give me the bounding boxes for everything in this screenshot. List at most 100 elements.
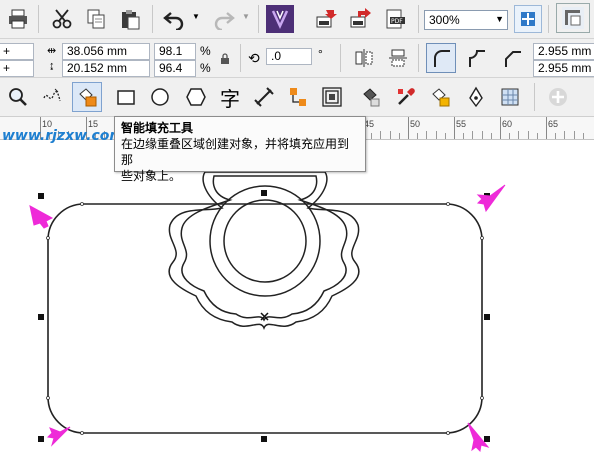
ruler-minor-tick <box>417 133 419 139</box>
redo-dropdown-arrow[interactable]: ▼ <box>242 12 250 21</box>
contour-tool-icon[interactable] <box>318 83 346 111</box>
tooltip-body-line1: 在边缘重叠区域创建对象，并将填充应用到那 <box>121 137 350 167</box>
rotation-icon: ⟲ <box>248 50 260 66</box>
export-icon[interactable] <box>346 5 374 33</box>
arrow-to-top-left-corner <box>29 205 54 229</box>
export-pdf-icon[interactable]: PDF <box>382 5 410 33</box>
ruler-major-tick <box>500 117 501 139</box>
y-label: + <box>3 61 11 75</box>
seal-inner-circle[interactable] <box>223 199 307 283</box>
ruler-minor-tick <box>573 131 575 139</box>
seal-inner-wavy-shape[interactable] <box>180 175 348 322</box>
dimension-tool-icon[interactable] <box>250 83 278 111</box>
toolbar-separator <box>548 5 549 33</box>
width-field[interactable]: 38.056 mm <box>62 43 150 60</box>
corner-radius-top-field[interactable]: 2.955 mm <box>533 43 594 60</box>
rotation-field[interactable]: .0 <box>266 48 312 65</box>
ruler-major-tick <box>454 117 455 139</box>
polygon-tool-icon[interactable] <box>182 83 210 111</box>
transparency-tool-icon[interactable] <box>356 83 384 111</box>
seal-outer-circle[interactable] <box>209 185 321 297</box>
toolbar-separator <box>240 44 241 72</box>
x-position-field[interactable]: + <box>0 43 34 60</box>
smart-fill-tool-icon[interactable] <box>72 82 102 112</box>
add-tool-icon[interactable] <box>544 83 572 111</box>
ruler-minor-tick <box>389 131 391 139</box>
ruler-tick-label: 50 <box>410 119 421 129</box>
mirror-horizontal-icon[interactable] <box>350 44 378 72</box>
standard-toolbar: ▼ ▼ PDF 300% ▼ <box>0 0 594 39</box>
connector-tool-icon[interactable] <box>284 83 312 111</box>
toolbar-separator <box>152 5 153 33</box>
fullscreen-icon[interactable] <box>514 5 542 33</box>
tooltip-body-line2: 些对象上。 <box>121 169 182 183</box>
width-icon: ⇹ <box>47 45 57 57</box>
ruler-minor-tick <box>490 133 492 139</box>
svg-text:PDF: PDF <box>391 18 403 25</box>
toolbar-separator <box>534 83 535 111</box>
tooltip-title: 智能填充工具 <box>121 121 194 135</box>
freehand-tool-icon[interactable] <box>38 83 66 111</box>
height-icon: ↨ <box>49 60 55 72</box>
zoom-level-dropdown[interactable]: 300% ▼ <box>424 10 508 30</box>
rectangle-tool-icon[interactable] <box>112 83 140 111</box>
toolbar-separator <box>340 44 341 72</box>
ruler-minor-tick <box>509 133 511 139</box>
round-corner-icon[interactable] <box>426 43 456 73</box>
text-tool-icon[interactable]: 字 <box>216 83 244 111</box>
launcher-icon[interactable] <box>266 5 294 33</box>
print-icon[interactable] <box>4 5 32 33</box>
height-field[interactable]: 20.152 mm <box>62 60 150 77</box>
ruler-major-tick <box>408 117 409 139</box>
ruler-minor-tick <box>481 131 483 139</box>
zoom-level-value: 300% <box>429 13 460 27</box>
toolbar-separator <box>258 5 259 33</box>
chevron-down-icon: ▼ <box>495 14 504 24</box>
watermark-text: www.rjzxw.com <box>2 128 124 144</box>
interactive-fill-tool-icon[interactable] <box>426 83 454 111</box>
import-icon[interactable] <box>312 5 340 33</box>
ruler-minor-tick <box>518 131 520 139</box>
mirror-vertical-icon[interactable] <box>384 44 412 72</box>
ruler-minor-tick <box>527 131 529 139</box>
ruler-tick-label: 60 <box>502 119 513 129</box>
y-position-field[interactable]: + <box>0 60 34 77</box>
zoom-tool-icon[interactable] <box>4 83 32 111</box>
lock-ratio-icon[interactable] <box>220 52 230 70</box>
scale-x-field[interactable]: 98.1 <box>154 43 196 60</box>
toolbar-separator <box>418 44 419 72</box>
ruler-minor-tick <box>463 133 465 139</box>
snap-to-icon[interactable] <box>556 3 590 33</box>
chamfered-corner-icon[interactable] <box>498 44 526 72</box>
undo-dropdown-arrow[interactable]: ▼ <box>192 12 200 21</box>
undo-icon[interactable] <box>160 5 188 33</box>
toolbar-separator <box>418 5 419 33</box>
ruler-minor-tick <box>472 131 474 139</box>
scale-y-field[interactable]: 96.4 <box>154 60 196 77</box>
pen-tool-icon[interactable] <box>462 83 490 111</box>
copy-icon[interactable] <box>82 5 110 33</box>
ruler-minor-tick <box>555 133 557 139</box>
redo-icon[interactable] <box>210 5 238 33</box>
percent-label-y: % <box>200 61 211 75</box>
ruler-minor-tick <box>582 133 584 139</box>
ruler-major-tick <box>546 117 547 139</box>
corner-radius-bottom-field[interactable]: 2.955 mm <box>533 60 594 77</box>
mesh-fill-tool-icon[interactable] <box>496 83 524 111</box>
cut-icon[interactable] <box>48 5 76 33</box>
percent-label-x: % <box>200 44 211 58</box>
arrow-to-bottom-left-corner <box>46 426 71 447</box>
scalloped-corner-icon[interactable] <box>462 44 490 72</box>
ruler-minor-tick <box>426 131 428 139</box>
toolbar-separator <box>38 5 39 33</box>
drawing-canvas[interactable] <box>0 140 594 469</box>
eyedropper-tool-icon[interactable] <box>392 83 420 111</box>
ruler-minor-tick <box>380 131 382 139</box>
ruler-minor-tick <box>435 131 437 139</box>
toolbox-row: 字 <box>0 78 594 117</box>
smart-fill-tooltip: 智能填充工具 在边缘重叠区域创建对象，并将填充应用到那 些对象上。 <box>114 116 366 183</box>
paste-icon[interactable] <box>116 5 144 33</box>
ellipse-tool-icon[interactable] <box>146 83 174 111</box>
ruler-minor-tick <box>371 133 373 139</box>
arrow-to-top-right-corner <box>476 184 506 213</box>
